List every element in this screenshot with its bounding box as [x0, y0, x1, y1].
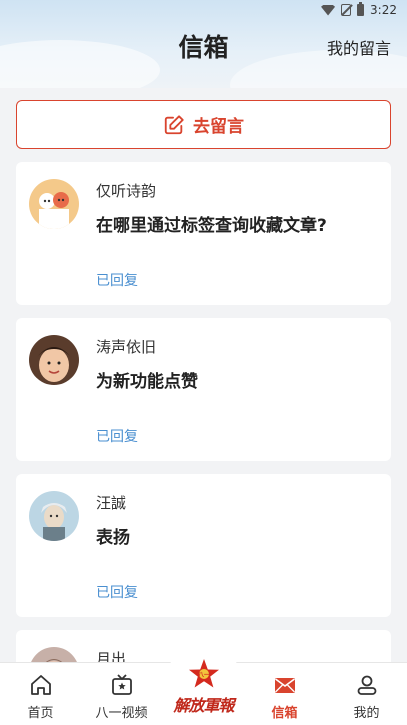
message-author: 仅听诗韵	[96, 182, 157, 200]
tab-label: 信箱	[271, 706, 298, 721]
home-icon	[30, 675, 51, 695]
mail-icon	[274, 678, 295, 693]
status-time: 3:22	[370, 3, 397, 17]
tab-mailbox[interactable]: 信箱	[244, 663, 325, 725]
tab-profile[interactable]: 我的	[326, 663, 407, 725]
reply-status: 已回复	[96, 429, 138, 445]
avatar	[29, 179, 79, 229]
message-card[interactable]: 仅听诗韵 在哪里通过标签查询收藏文章? 已回复	[16, 162, 391, 305]
leave-message-button[interactable]: 去留言	[16, 100, 391, 149]
reply-status: 已回复	[96, 273, 138, 289]
star-logo-icon: 八一	[189, 659, 219, 688]
tab-label: 我的	[353, 706, 380, 721]
no-sim-icon	[341, 4, 352, 16]
tab-pla-daily[interactable]: 八一 解放軍報	[163, 658, 244, 725]
message-subject: 在哪里通过标签查询收藏文章?	[96, 216, 327, 236]
reply-status: 已回复	[96, 585, 138, 601]
video-star-icon	[111, 674, 132, 695]
user-icon	[357, 675, 376, 695]
avatar	[29, 335, 79, 385]
message-subject: 表扬	[96, 528, 130, 548]
avatar	[29, 491, 79, 541]
message-card[interactable]: 涛声依旧 为新功能点赞 已回复	[16, 318, 391, 461]
my-messages-link[interactable]: 我的留言	[327, 35, 391, 59]
tab-home[interactable]: 首页	[0, 663, 81, 725]
wifi-icon	[321, 4, 336, 16]
tab-label: 八一视频	[95, 706, 148, 721]
message-author: 涛声依旧	[96, 338, 157, 356]
status-bar: 3:22	[0, 0, 407, 20]
message-author: 汪誠	[96, 494, 127, 512]
svg-text:八一: 八一	[197, 672, 210, 679]
message-subject: 为新功能点赞	[96, 372, 198, 392]
tab-label: 首页	[27, 706, 54, 721]
pla-daily-logo-text: 解放軍報	[173, 696, 234, 715]
header: 3:22 信箱 我的留言	[0, 0, 407, 88]
leave-message-label: 去留言	[193, 117, 244, 137]
battery-icon	[357, 2, 365, 16]
message-card[interactable]: 汪誠 表扬 已回复	[16, 474, 391, 617]
tab-video[interactable]: 八一视频	[81, 663, 162, 725]
edit-icon	[164, 114, 184, 134]
